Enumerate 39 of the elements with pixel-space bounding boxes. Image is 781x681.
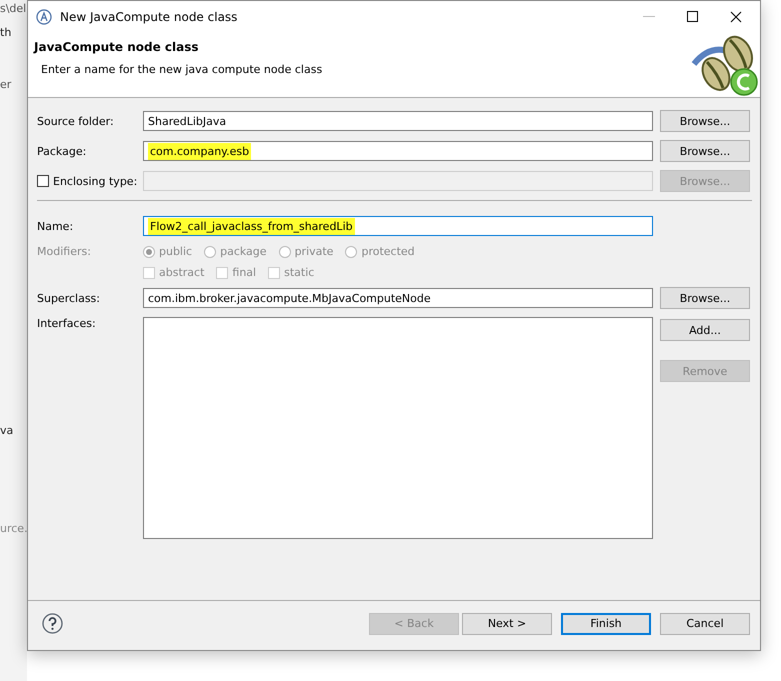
text-field[interactable]: com.company.esb xyxy=(143,141,653,161)
field-label: Name: xyxy=(37,220,74,232)
page-title: JavaCompute node class xyxy=(34,40,200,54)
checkbox-label: final xyxy=(232,266,256,279)
text-field[interactable]: SharedLibJava xyxy=(143,111,653,131)
help-icon[interactable] xyxy=(42,613,63,634)
dialog-button[interactable]: Cancel xyxy=(660,612,750,634)
interfaces-list[interactable] xyxy=(143,317,653,539)
background-text: s\del xyxy=(0,2,26,15)
background-text: urce. xyxy=(0,522,28,535)
text-field[interactable]: Flow2_call_javaclass_from_sharedLib xyxy=(143,216,653,236)
dialog-button[interactable]: Finish xyxy=(561,612,651,634)
radio-label: package xyxy=(220,245,267,258)
checkbox-label: static xyxy=(284,266,314,279)
field-label: Package: xyxy=(37,144,88,158)
close-icon[interactable] xyxy=(730,10,742,22)
background-text: er xyxy=(0,78,12,91)
field-label: Modifiers: xyxy=(37,245,92,258)
browse-button[interactable]: Browse... xyxy=(660,110,750,132)
checkbox-label: abstract xyxy=(159,266,204,279)
radio-label: protected xyxy=(361,245,415,258)
window-title: New JavaCompute node class xyxy=(60,10,238,24)
maximize-icon[interactable] xyxy=(687,11,698,22)
field-label: Source folder: xyxy=(37,114,115,128)
radio-label: private xyxy=(294,245,334,258)
field-label: Superclass: xyxy=(37,292,101,304)
dialog-button[interactable]: Next > xyxy=(462,612,552,634)
minimize-icon[interactable] xyxy=(643,16,655,18)
browse-button[interactable]: Browse... xyxy=(660,140,750,162)
field-label: Interfaces: xyxy=(37,317,97,330)
browse-button[interactable]: Browse... xyxy=(660,287,750,309)
text-field[interactable]: com.ibm.broker.javacompute.MbJavaComputeNode xyxy=(143,288,653,308)
background-text: th xyxy=(0,26,12,39)
app-icon xyxy=(36,8,52,24)
add-button[interactable]: Add... xyxy=(660,319,750,341)
radio-label: public xyxy=(159,245,192,258)
background-text: va xyxy=(0,424,14,437)
page-description: Enter a name for the new java compute node class xyxy=(40,63,324,76)
checkbox-label: Enclosing type: xyxy=(53,174,138,188)
